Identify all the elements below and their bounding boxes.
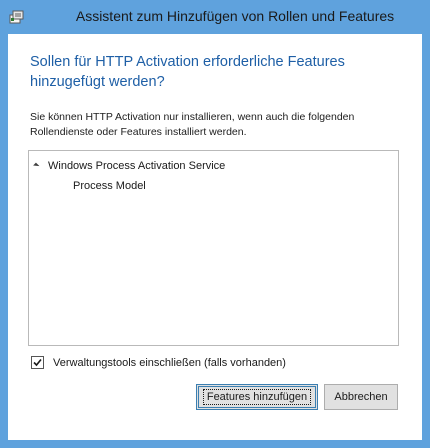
expanded-triangle-icon[interactable]	[33, 162, 40, 169]
tree-node-child[interactable]: Process Model	[73, 180, 146, 192]
include-tools-option[interactable]: Verwaltungstools einschließen (falls vor…	[31, 356, 286, 369]
include-tools-checkbox[interactable]	[31, 356, 44, 369]
cancel-button[interactable]: Abbrechen	[324, 384, 398, 410]
dialog-description: Sie können HTTP Activation nur installie…	[30, 111, 355, 138]
dialog-window: Assistent zum Hinzufügen von Rollen und …	[0, 0, 430, 448]
include-tools-label: Verwaltungstools einschließen (falls vor…	[53, 356, 286, 369]
title-bar[interactable]: Assistent zum Hinzufügen von Rollen und …	[0, 0, 430, 34]
window-title: Assistent zum Hinzufügen von Rollen und …	[75, 8, 395, 24]
dialog-content: Sollen für HTTP Activation erforderliche…	[8, 34, 422, 440]
checkmark-icon	[33, 358, 42, 367]
required-features-tree[interactable]: Windows Process Activation Service Proce…	[28, 150, 399, 346]
add-features-button-label: Features hinzufügen	[202, 389, 312, 405]
tree-node-child-label: Process Model	[73, 180, 146, 192]
tree-node-root-label: Windows Process Activation Service	[48, 160, 226, 172]
add-features-button[interactable]: Features hinzufügen	[196, 384, 318, 410]
cancel-button-label: Abbrechen	[334, 391, 388, 403]
dialog-heading: Sollen für HTTP Activation erforderliche…	[30, 54, 345, 90]
tree-node-root[interactable]: Windows Process Activation Service	[33, 160, 226, 172]
